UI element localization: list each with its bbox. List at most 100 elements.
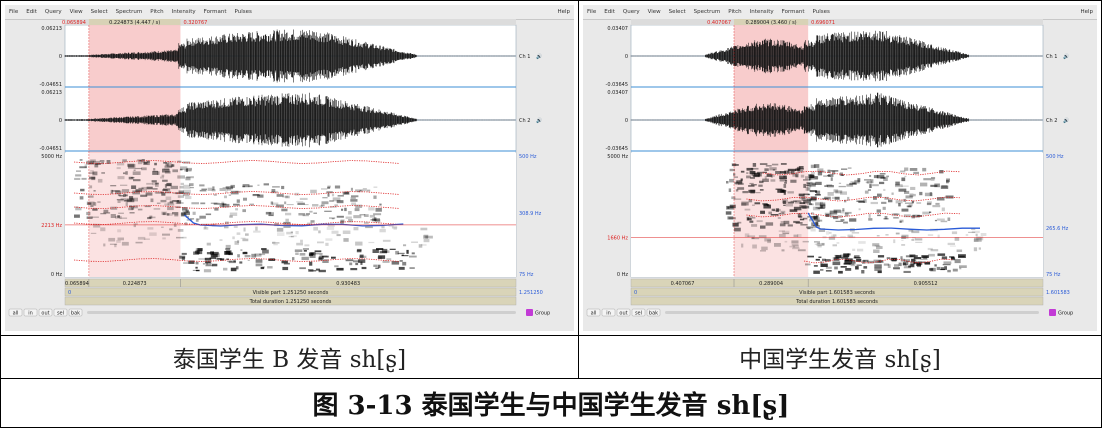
spectrogram-cell [209,257,216,259]
spectrogram-cell [343,238,349,242]
speaker-icon[interactable]: 🔊 [1063,53,1069,60]
spectrogram-cell [870,201,878,205]
menu-edit[interactable]: Edit [600,5,619,19]
spectrogram-cell [125,171,128,175]
menu-spectrum[interactable]: Spectrum [690,5,725,19]
menu-pulses[interactable]: Pulses [231,5,256,19]
spectrogram-cell [309,270,317,272]
spectrogram-cell [929,268,934,271]
spectrogram-cell [765,165,772,167]
scrollbar[interactable] [665,311,1039,314]
spectrogram-cell [936,266,941,270]
spectrogram-cell [790,179,797,183]
spectrogram-cell [284,201,287,205]
menu-formant[interactable]: Formant [778,5,809,19]
spectrogram-cell [771,163,779,166]
spectrogram-cell [128,176,134,180]
amp-zero-label: 0 [59,54,62,60]
spectrogram-cell [162,189,165,191]
spectrogram-cell [299,267,306,270]
spectrogram-cell [90,232,97,234]
spectrogram-cell [319,254,323,256]
spectrogram-cell [322,259,329,263]
spectrogram-cell [749,220,754,223]
group-checkbox[interactable] [1049,309,1056,316]
spectrogram-cell [941,185,947,188]
spectrogram-cell [893,217,899,219]
speaker-icon[interactable]: 🔊 [1063,117,1069,124]
amp-top-label: 0.03407 [607,90,628,96]
speaker-icon[interactable]: 🔊 [536,53,542,60]
spectrogram-cell [759,189,764,191]
selection-header [631,19,1043,25]
spectrogram-cell [869,175,872,177]
spectrogram-cell [228,194,232,196]
spectrogram-cell [358,259,366,263]
spectrogram-cell [401,255,409,257]
interval-c-label: 0.905512 [914,281,938,287]
menu-view[interactable]: View [644,5,665,19]
zoom-button-label: all [13,310,19,316]
amp-zero-label: 0 [625,54,628,60]
menu-edit[interactable]: Edit [22,5,41,19]
sound-editor-right[interactable]: 0.407067 0.289004 (3.460 / s) 0.696071 0.03… [583,19,1097,331]
visible-part-label: Visible part 1.251250 seconds [253,290,329,296]
menu-pitch[interactable]: Pitch [724,5,745,19]
spectrogram-cell [162,233,170,236]
menu-pulses[interactable]: Pulses [809,5,834,19]
scrollbar[interactable] [87,311,516,314]
spectrogram-cell [299,253,306,256]
spectrogram-cell [76,170,81,172]
spectrogram-cell [895,200,903,204]
spectrogram-cell [838,182,842,184]
spectrogram-cell [775,188,783,190]
spectrogram-cell [784,240,788,243]
menu-formant[interactable]: Formant [200,5,231,19]
menu-intensity[interactable]: Intensity [746,5,778,19]
spectrogram-cell [222,187,229,189]
menu-select[interactable]: Select [87,5,112,19]
zoom-button-label: bak [71,310,80,316]
spectrogram-cell [345,216,352,219]
sound-editor-left[interactable]: 0.065894 0.224873 (4.447 / s) 0.320767 0.06… [5,19,574,331]
spectrogram-cell [798,166,804,169]
menu-intensity[interactable]: Intensity [168,5,200,19]
amp-bottom-label: -0.03645 [606,146,628,152]
menu-help[interactable]: Help [1080,5,1093,19]
spectrogram-cell [754,202,761,205]
spectrogram-cell [797,234,802,238]
speaker-icon[interactable]: 🔊 [536,117,542,124]
menu-select[interactable]: Select [665,5,690,19]
spectrogram-cell [108,237,116,242]
group-label: Group [1058,311,1073,317]
spectrogram-cell [756,220,763,223]
channel-label: Ch 2 [1046,118,1057,124]
spectrogram-cell [117,229,122,233]
spectrogram-cell [123,172,126,175]
spectrogram-cell [900,170,906,173]
menu-file[interactable]: File [583,5,600,19]
menu-spectrum[interactable]: Spectrum [112,5,147,19]
spectrogram-cell [783,204,786,206]
menu-bar-left: File Edit Query View Select Spectrum Pit… [5,5,574,20]
spectrogram-cell [355,204,363,208]
spectrogram-cell [729,178,734,183]
spectrogram-cell [813,265,818,267]
menu-query[interactable]: Query [619,5,644,19]
menu-pitch[interactable]: Pitch [146,5,167,19]
spectrogram-cell [277,232,285,236]
spectrogram-cell [814,219,823,222]
caption-right: 中国学生发音 sh[ʂ] [739,347,941,373]
menu-view[interactable]: View [66,5,87,19]
spectrogram-cell [958,254,966,258]
spectrogram-cell [759,180,764,184]
spectrogram-cell [911,230,920,234]
menu-file[interactable]: File [5,5,22,19]
spectrogram-cell [350,187,353,191]
menu-help[interactable]: Help [557,5,570,19]
menu-query[interactable]: Query [41,5,66,19]
spectrogram-cell [117,176,125,180]
spectrogram-cell [331,230,339,234]
spectrogram-cell [185,196,192,200]
group-checkbox[interactable] [526,309,533,316]
